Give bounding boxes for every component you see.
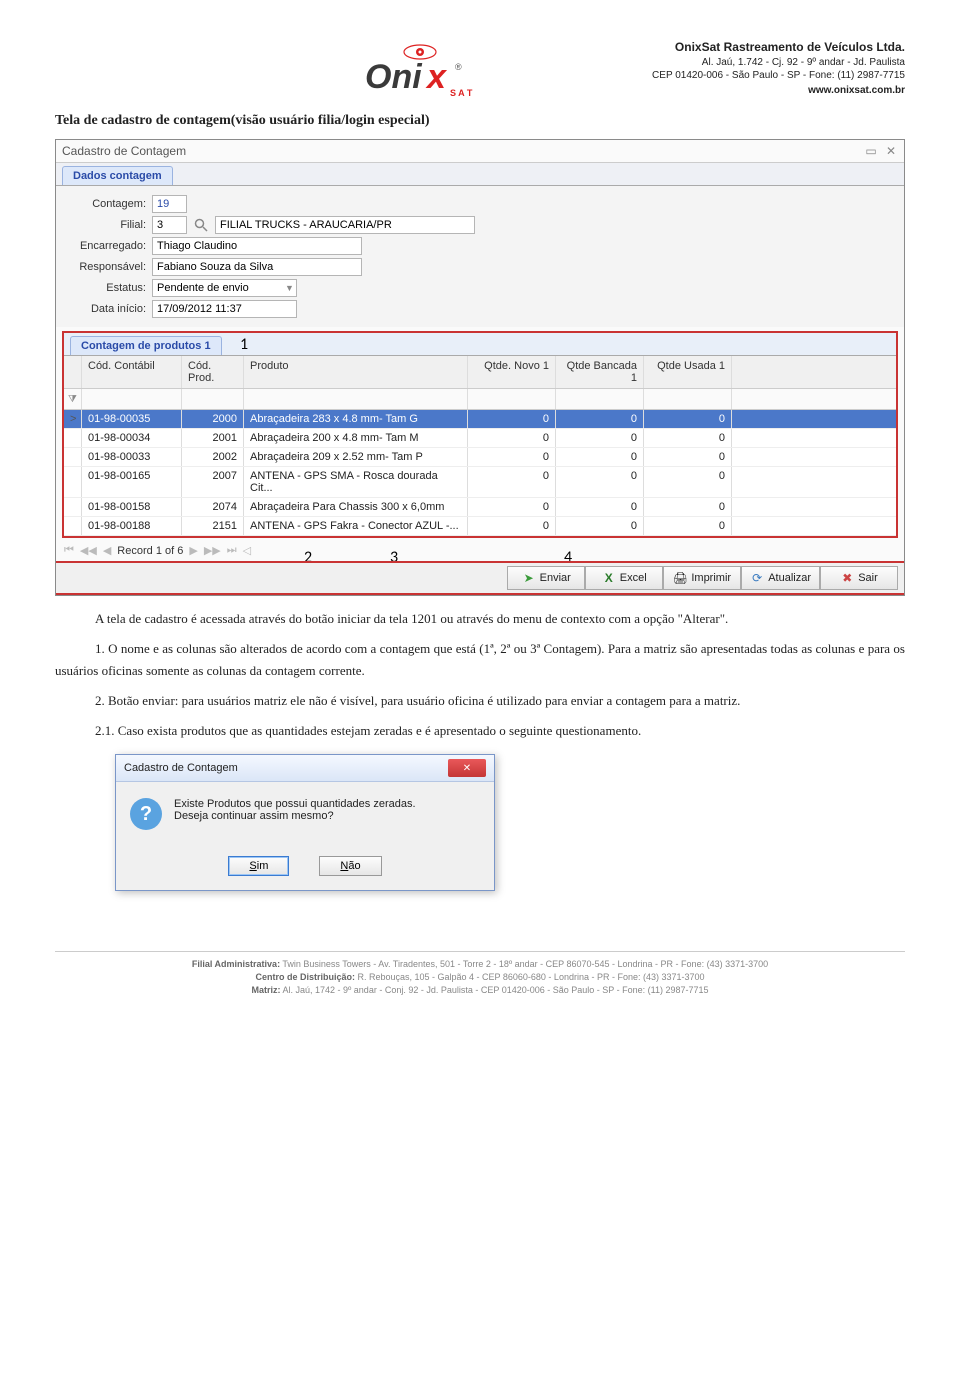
svg-text:Oni: Oni [365, 58, 423, 96]
dialog-message: Existe Produtos que possui quantidades z… [174, 798, 416, 822]
excel-button[interactable]: X Excel [585, 566, 663, 590]
print-icon: 🖨 [673, 571, 687, 585]
prev-icon[interactable]: ◀ [103, 544, 111, 557]
next-icon[interactable]: ▶ [189, 544, 197, 557]
prev-arrow-icon[interactable]: ◁ [243, 544, 251, 557]
tab-row: Dados contagem [56, 163, 904, 186]
col-selector [64, 356, 82, 388]
atualizar-button[interactable]: ⟳ Atualizar [741, 566, 820, 590]
grid-tab-row: Contagem de produtos 1 1 [64, 333, 896, 356]
svg-text:S A T: S A T [450, 88, 473, 98]
table-row[interactable]: 01-98-001882151ANTENA - GPS Fakra - Cone… [64, 517, 896, 536]
filial-id-field[interactable] [152, 216, 187, 234]
footer-text-3: Al. Jaú, 1742 - 9º andar - Conj. 92 - Jd… [280, 985, 708, 995]
app-window: Cadastro de Contagem ▭ ✕ Dados contagem … [55, 139, 905, 596]
dialog-titlebar: Cadastro de Contagem ✕ [116, 755, 494, 782]
svg-text:®: ® [455, 62, 462, 72]
dialog-body: ? Existe Produtos que possui quantidades… [116, 782, 494, 846]
section-title: Tela de cadastro de contagem(visão usuár… [55, 113, 905, 129]
onix-logo-icon: Oni x ® S A T [355, 40, 485, 100]
grid-block: Contagem de produtos 1 1 Cód. Contábil C… [62, 331, 898, 538]
body-text: A tela de cadastro é acessada através do… [55, 608, 905, 742]
footer-text-1: Twin Business Towers - Av. Tiradentes, 5… [280, 959, 768, 969]
page-footer: Filial Administrativa: Twin Business Tow… [55, 951, 905, 996]
close-icon[interactable]: ✕ [884, 144, 898, 158]
footer-label-2: Centro de Distribuição: [255, 972, 355, 982]
col-qtde-bancada[interactable]: Qtde Bancada 1 [556, 356, 644, 388]
imprimir-button[interactable]: 🖨 Imprimir [663, 566, 741, 590]
company-url: www.onixsat.com.br [652, 84, 905, 97]
grid-body: >01-98-000352000Abraçadeira 283 x 4.8 mm… [64, 410, 896, 536]
pager: ⏮ ◀◀ ◀ Record 1 of 6 ▶ ▶▶ ⏭ ◁ [56, 540, 904, 561]
footer-text-2: R. Rebouças, 105 - Galpão 4 - CEP 86060-… [355, 972, 705, 982]
refresh-icon: ⟳ [750, 571, 764, 585]
label-filial: Filial: [66, 219, 146, 231]
dialog-title: Cadastro de Contagem [124, 762, 238, 774]
label-estatus: Estatus: [66, 282, 146, 294]
paragraph-intro: A tela de cadastro é acessada através do… [55, 608, 905, 630]
company-info: OnixSat Rastreamento de Veículos Ltda. A… [652, 40, 905, 97]
col-cod-prod[interactable]: Cód. Prod. [182, 356, 244, 388]
label-responsavel: Responsável: [66, 261, 146, 273]
encarregado-field[interactable] [152, 237, 362, 255]
tab-dados-contagem[interactable]: Dados contagem [62, 166, 173, 185]
table-row[interactable]: >01-98-000352000Abraçadeira 283 x 4.8 mm… [64, 410, 896, 429]
data-inicio-field[interactable] [152, 300, 297, 318]
label-data-inicio: Data início: [66, 303, 146, 315]
footer-label-3: Matriz: [251, 985, 280, 995]
dialog-close-button[interactable]: ✕ [448, 759, 486, 777]
last-page-icon[interactable]: ⏭ [227, 544, 237, 557]
table-row[interactable]: 01-98-000332002Abraçadeira 209 x 2.52 mm… [64, 448, 896, 467]
sair-button[interactable]: ✖ Sair [820, 566, 898, 590]
contagem-field[interactable] [152, 195, 187, 213]
page-header: Oni x ® S A T OnixSat Rastreamento de Ve… [55, 40, 905, 103]
dialog-buttons: Sim Não [116, 846, 494, 890]
nao-button[interactable]: Não [319, 856, 381, 876]
enviar-button[interactable]: ➤ Enviar [507, 566, 585, 590]
sim-button[interactable]: Sim [228, 856, 289, 876]
grid-header: Cód. Contábil Cód. Prod. Produto Qtde. N… [64, 356, 896, 389]
label-contagem: Contagem: [66, 198, 146, 210]
label-encarregado: Encarregado: [66, 240, 146, 252]
first-page-icon[interactable]: ⏮ [64, 544, 74, 557]
exit-icon: ✖ [840, 571, 854, 585]
question-icon: ? [130, 798, 162, 830]
tab-contagem-produtos[interactable]: Contagem de produtos 1 [70, 336, 222, 355]
company-name: OnixSat Rastreamento de Veículos Ltda. [652, 40, 905, 56]
table-row[interactable]: 01-98-001652007ANTENA - GPS SMA - Rosca … [64, 467, 896, 498]
prev-page-icon[interactable]: ◀◀ [80, 544, 97, 557]
toolbar: ➤ Enviar X Excel 🖨 Imprimir ⟳ Atualizar … [56, 561, 904, 595]
company-addr1: Al. Jaú, 1.742 - Cj. 92 - 9º andar - Jd.… [652, 56, 905, 69]
col-cod-contabil[interactable]: Cód. Contábil [82, 356, 182, 388]
grid-filter-row[interactable]: ⧩ [64, 389, 896, 410]
logo: Oni x ® S A T [355, 40, 485, 103]
form-area: Contagem: Filial: Encarregado: Responsáv… [56, 186, 904, 327]
responsavel-field[interactable] [152, 258, 362, 276]
svg-text:x: x [425, 58, 448, 96]
list-item-2-1: 2.1. Caso exista produtos que as quantid… [55, 720, 905, 742]
window-titlebar: Cadastro de Contagem ▭ ✕ [56, 140, 904, 163]
col-produto[interactable]: Produto [244, 356, 468, 388]
table-row[interactable]: 01-98-000342001Abraçadeira 200 x 4.8 mm-… [64, 429, 896, 448]
col-qtde-usada[interactable]: Qtde Usada 1 [644, 356, 732, 388]
excel-icon: X [602, 571, 616, 585]
send-icon: ➤ [522, 571, 536, 585]
list-item-1: 1. O nome e as colunas são alterados de … [55, 638, 905, 682]
pager-text: Record 1 of 6 [117, 545, 183, 557]
search-icon[interactable] [193, 217, 209, 233]
confirm-dialog: Cadastro de Contagem ✕ ? Existe Produtos… [115, 754, 495, 891]
col-qtde-novo[interactable]: Qtde. Novo 1 [468, 356, 556, 388]
window-title: Cadastro de Contagem [62, 144, 186, 158]
company-addr2: CEP 01420-006 - São Paulo - SP - Fone: (… [652, 69, 905, 82]
callout-1: 1 [240, 335, 248, 354]
next-page-icon[interactable]: ▶▶ [204, 544, 221, 557]
footer-label-1: Filial Administrativa: [192, 959, 280, 969]
filial-name-field[interactable] [215, 216, 475, 234]
estatus-field[interactable] [152, 279, 297, 297]
list-item-2: 2. Botão enviar: para usuários matriz el… [55, 690, 905, 712]
minimize-icon[interactable]: ▭ [864, 144, 878, 158]
table-row[interactable]: 01-98-001582074Abraçadeira Para Chassis … [64, 498, 896, 517]
